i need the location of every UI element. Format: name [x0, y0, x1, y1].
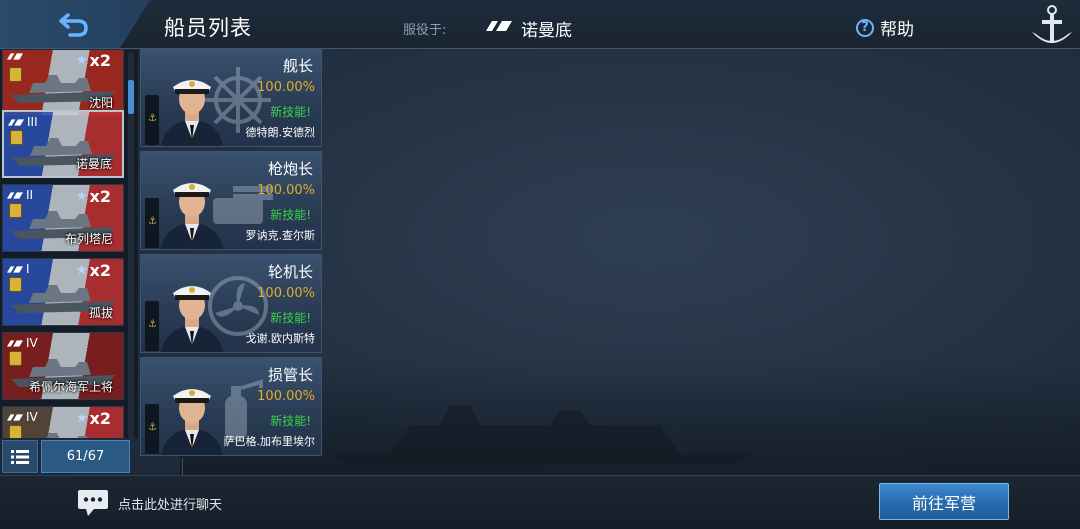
multiplier-label: x2: [89, 261, 111, 280]
star-icon: ★: [75, 263, 88, 278]
ship-name: 诺曼底: [75, 157, 112, 171]
ship-count: 61/67: [41, 440, 130, 473]
chat-button[interactable]: 点击此处进行聊天: [78, 490, 222, 516]
crew-role: 枪炮长: [267, 160, 313, 178]
tier-label: III: [27, 115, 38, 129]
multiplier-label: x2: [89, 51, 111, 70]
ship-tier: IV: [7, 410, 38, 424]
page-title: 船员列表: [164, 16, 252, 40]
medal-icon: [9, 425, 22, 438]
chat-icon: [78, 490, 108, 516]
ship-card[interactable]: III 诺曼底: [2, 110, 124, 178]
tier-label: IV: [26, 410, 38, 424]
multiplier-label: x2: [89, 187, 111, 206]
crew-training-percent: 100.00%: [257, 389, 315, 404]
tier-label: I: [26, 262, 30, 276]
star-icon: ★: [75, 189, 88, 204]
crew-training-percent: 100.00%: [257, 80, 315, 95]
ship-list-scrollbar[interactable]: [128, 52, 134, 438]
scroll-thumb[interactable]: [128, 80, 134, 114]
ship-name: 希佩尔海军上将: [28, 380, 113, 394]
list-icon: [11, 449, 29, 464]
crew-role: 损管长: [267, 366, 313, 384]
crew-card[interactable]: ⚓ 损管长 100.00% 新技能! 萨巴格.加布里埃尔: [140, 357, 322, 456]
crew-card[interactable]: ⚓ 舰长 100.00% 新技能! 德特朗.安德烈: [140, 48, 322, 147]
ship-tier: IV: [7, 336, 38, 350]
xp-multiplier: ★ x2: [76, 187, 111, 206]
ship-list[interactable]: ★ x2 沈阳 III 诺曼底 II ★ x2 布列塔尼 I ★ x2 孤拔 I…: [0, 50, 138, 438]
ship-class-icon: [7, 413, 23, 421]
ship-card[interactable]: II ★ x2 布列塔尼: [2, 184, 124, 252]
ship-class-icon: [8, 118, 24, 126]
crew-name: 罗讷克.查尔斯: [245, 229, 316, 242]
ship-card[interactable]: I ★ x2 孤拔: [2, 258, 124, 326]
crew-card[interactable]: ⚓ 轮机长 100.00% 新技能! 戈谢.欧内斯特: [140, 254, 322, 353]
ship-tier: III: [8, 115, 38, 129]
chat-label: 点击此处进行聊天: [118, 497, 223, 513]
ship-class-icon: [7, 53, 23, 60]
officer-portrait: [161, 183, 223, 249]
officer-portrait: [161, 389, 223, 455]
help-button[interactable]: ? 帮助: [856, 15, 914, 40]
crew-training-percent: 100.00%: [257, 286, 315, 301]
crew-role: 舰长: [282, 57, 313, 75]
list-view-toggle[interactable]: [2, 440, 38, 473]
goto-barracks-button[interactable]: 前往军营: [879, 483, 1009, 520]
divider: [182, 458, 183, 476]
medal-icon: [10, 130, 23, 145]
ship-name: 沈阳: [88, 96, 113, 110]
new-skill-label: 新技能!: [270, 208, 311, 222]
crew-role: 轮机长: [267, 263, 313, 281]
crew-name: 戈谢.欧内斯特: [245, 332, 316, 345]
ship-name: 孤拔: [88, 306, 113, 320]
ship-name: 布列塔尼: [64, 232, 113, 246]
ship-class-icon: [7, 191, 23, 199]
ship-card[interactable]: IV ★ x2: [2, 406, 124, 438]
crew-name: 德特朗.安德烈: [245, 126, 316, 139]
ship-hull-icon: [46, 433, 88, 438]
anchor-icon[interactable]: [1028, 2, 1076, 52]
officer-portrait: [161, 80, 223, 146]
tier-label: IV: [26, 336, 38, 350]
ship-tier: I: [7, 262, 30, 276]
star-icon: ★: [75, 411, 88, 426]
help-icon: ?: [856, 18, 874, 37]
xp-multiplier: ★ x2: [76, 409, 111, 428]
ship-tier: II: [7, 188, 33, 202]
medal-icon: [9, 277, 22, 292]
crew-name: 萨巴格.加布里埃尔: [223, 435, 316, 448]
new-skill-label: 新技能!: [270, 311, 311, 325]
service-label: 服役于:: [403, 23, 447, 38]
ship-class-icon: [7, 265, 23, 273]
ship-card[interactable]: IV 希佩尔海军上将: [2, 332, 124, 400]
xp-multiplier: ★ x2: [76, 51, 111, 70]
crew-list: ⚓ 舰长 100.00% 新技能! 德特朗.安德烈 ⚓ 枪炮长 100.00% …: [138, 44, 324, 458]
medal-icon: [9, 67, 22, 82]
multiplier-label: x2: [89, 409, 111, 428]
officer-portrait: [161, 286, 223, 352]
ship-silhouette-decoration: [330, 405, 750, 465]
medal-icon: [9, 203, 22, 218]
ship-card[interactable]: ★ x2 沈阳: [2, 50, 124, 116]
new-skill-label: 新技能!: [270, 414, 311, 428]
new-skill-label: 新技能!: [270, 105, 311, 119]
ship-class-icon: [486, 21, 512, 31]
ship-tier: [7, 52, 26, 61]
crew-card[interactable]: ⚓ 枪炮长 100.00% 新技能! 罗讷克.查尔斯: [140, 151, 322, 250]
ship-class-icon: [7, 339, 23, 347]
back-arrow-icon: [59, 13, 88, 37]
current-ship-name: 诺曼底: [521, 21, 572, 41]
xp-multiplier: ★ x2: [76, 261, 111, 280]
crew-training-percent: 100.00%: [257, 183, 315, 198]
medal-icon: [9, 351, 22, 366]
help-label: 帮助: [880, 20, 914, 40]
star-icon: ★: [75, 53, 88, 68]
tier-label: II: [26, 188, 34, 202]
